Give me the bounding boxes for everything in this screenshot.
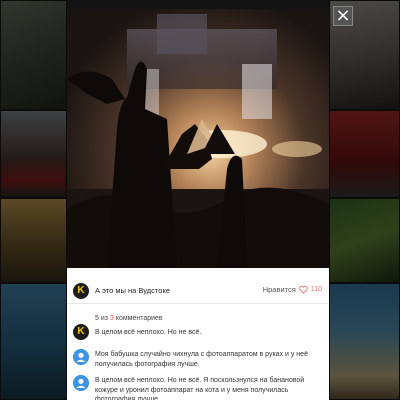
commenter-avatar[interactable]: K [73, 324, 89, 340]
author-avatar[interactable]: K [73, 283, 89, 299]
post-info-row: K А это мы на Вудстоке Нравится 110 [67, 268, 329, 304]
comments-count[interactable]: 5 из 3 комментариев [95, 315, 163, 322]
like-button[interactable]: Нравится 110 [263, 285, 322, 294]
like-label: Нравится [262, 285, 296, 294]
concert-photo [67, 9, 329, 268]
user-avatar-icon[interactable] [73, 349, 89, 365]
comment-text: Моя бабушка случайно чихнула с фотоаппар… [95, 351, 308, 368]
photo-viewer-modal: K А это мы на Вудстоке Нравится 110 5 из… [67, 9, 329, 400]
like-count: 110 [310, 286, 322, 293]
heart-icon [299, 285, 308, 294]
close-button[interactable]: × [333, 6, 353, 26]
post-title: А это мы на Вудстоке [95, 286, 170, 295]
close-icon: × [335, 5, 351, 26]
comment-text: В целом всё неплохо. Но не всё. [95, 329, 202, 336]
comment-text: В целом всё неплохо. Но не всё. Я поскол… [95, 377, 305, 400]
user-avatar-icon[interactable] [73, 375, 89, 391]
